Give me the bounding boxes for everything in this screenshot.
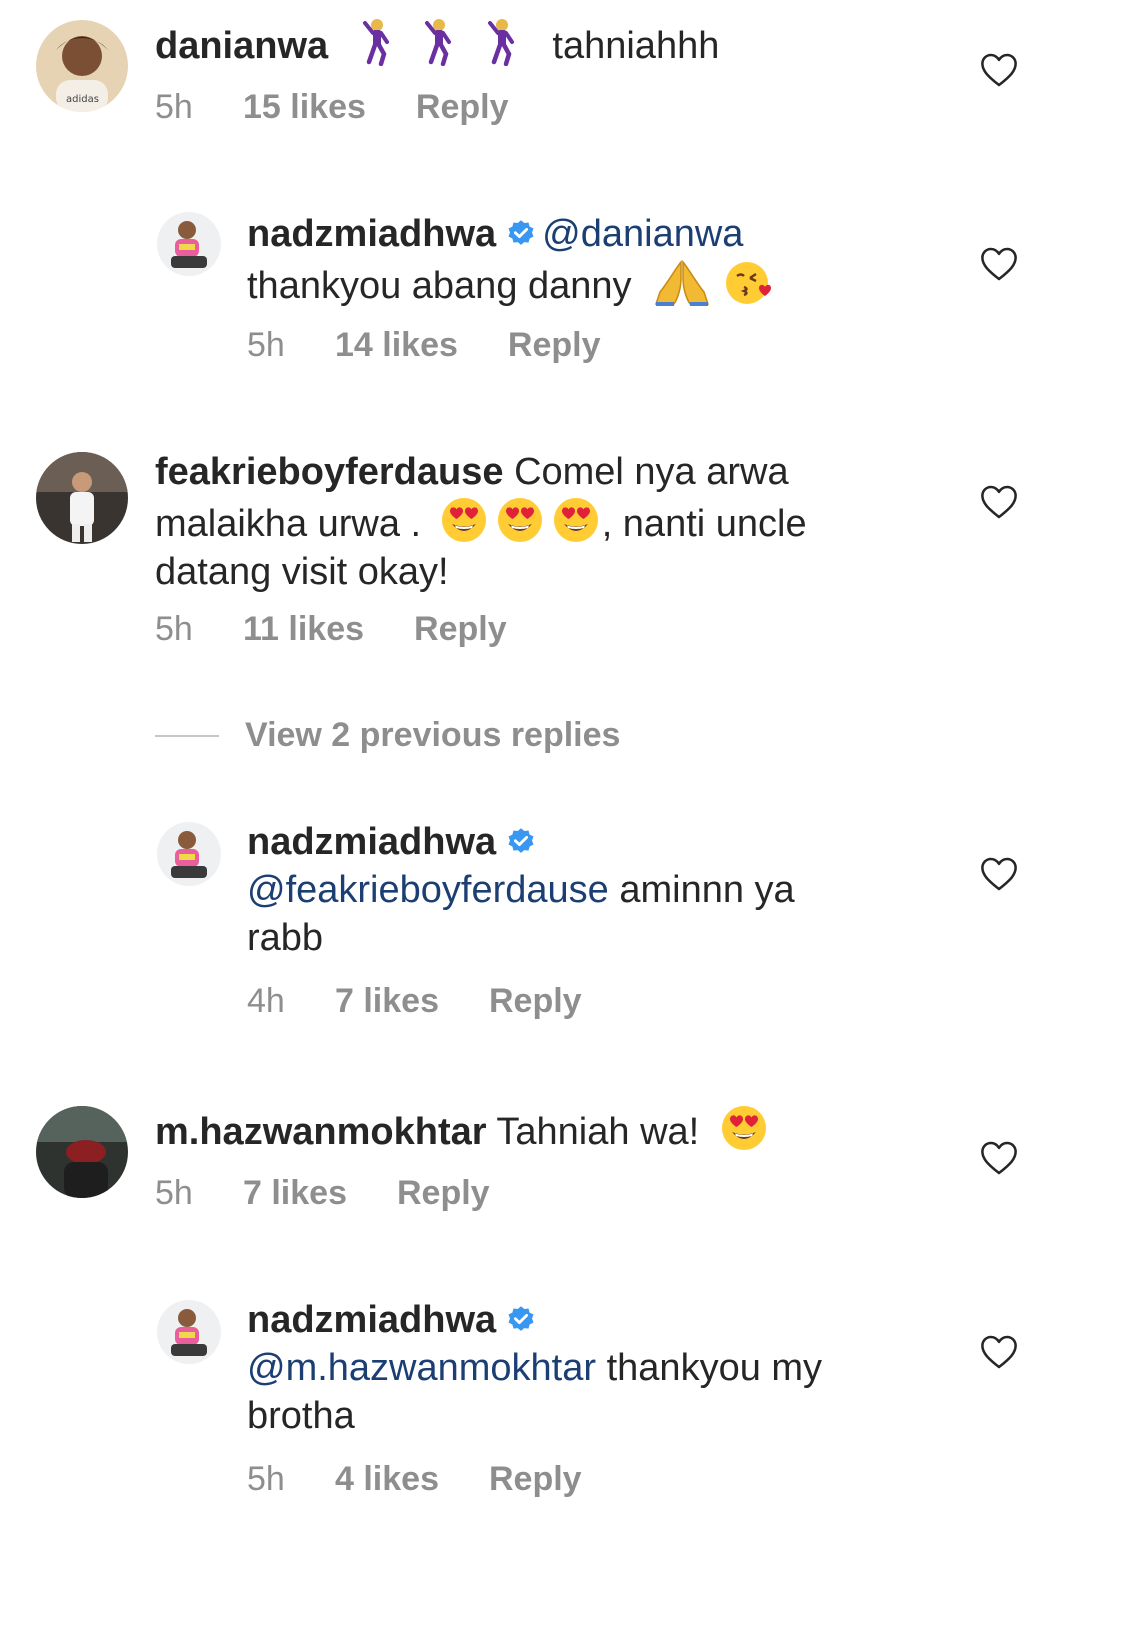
heart-icon[interactable] <box>980 1334 1018 1370</box>
comment-body: m.hazwanmokhtar Tahniah wa! <box>155 1104 925 1156</box>
comment-text-line-1: thankyou my <box>606 1347 823 1389</box>
timestamp: 5h <box>155 1174 193 1212</box>
view-previous-replies-button[interactable]: View 2 previous replies <box>155 716 620 755</box>
man-dancing-emoji-icon <box>415 18 463 66</box>
comment-body: danianwa tahniahhh <box>155 18 925 70</box>
comment-meta: 5h 11 likes Reply <box>155 610 507 649</box>
username[interactable]: feakrieboyferdause <box>155 451 504 493</box>
username[interactable]: m.hazwanmokhtar <box>155 1111 487 1153</box>
avatar[interactable] <box>157 212 221 276</box>
avatar-image-icon <box>157 822 221 886</box>
avatar-image-icon: adidas <box>36 20 128 112</box>
view-replies-label[interactable]: View 2 previous replies <box>245 716 620 755</box>
timestamp: 5h <box>155 88 193 126</box>
comment-text-line-3: , nanti uncle <box>601 503 807 545</box>
reply-button[interactable]: Reply <box>414 610 507 649</box>
comment-text: Tahniah wa! <box>496 1111 700 1153</box>
comment-body: nadzmiadhwa @danianwa thankyou abang dann… <box>247 210 927 310</box>
likes-count[interactable]: 11 likes <box>243 610 364 649</box>
likes-count[interactable]: 7 likes <box>335 982 439 1021</box>
likes-count[interactable]: 15 likes <box>243 88 366 127</box>
comment-body: feakrieboyferdause Comel nya arwa malaik… <box>155 448 925 596</box>
reply-button[interactable]: Reply <box>489 982 582 1021</box>
avatar[interactable] <box>36 452 128 544</box>
likes-count[interactable]: 14 likes <box>335 326 458 365</box>
verified-badge-icon <box>506 219 536 249</box>
mention-link[interactable]: @m.hazwanmokhtar <box>247 1347 596 1389</box>
likes-count[interactable]: 4 likes <box>335 1460 439 1499</box>
comment-meta: 5h 7 likes Reply <box>155 1174 490 1213</box>
avatar[interactable] <box>157 1300 221 1364</box>
comment-meta: 5h 4 likes Reply <box>247 1460 582 1499</box>
reply-button[interactable]: Reply <box>397 1174 490 1213</box>
folded-hands-emoji-icon <box>654 258 710 306</box>
comment-text-line-4: datang visit okay! <box>155 551 449 593</box>
avatar[interactable]: adidas <box>36 20 128 112</box>
comment-text-line-2: malaikha urwa . <box>155 503 422 545</box>
avatar[interactable] <box>36 1106 128 1198</box>
heart-eyes-emoji-icon <box>440 496 488 544</box>
comment-meta: 5h 14 likes Reply <box>247 326 600 365</box>
comment-meta: 4h 7 likes Reply <box>247 982 582 1021</box>
heart-eyes-emoji-icon <box>496 496 544 544</box>
avatar[interactable] <box>157 822 221 886</box>
comment-text-line-2: rabb <box>247 917 324 959</box>
verified-badge-icon <box>506 1305 536 1335</box>
heart-icon[interactable] <box>980 246 1018 282</box>
heart-icon[interactable] <box>980 52 1018 88</box>
man-dancing-emoji-icon <box>353 18 401 66</box>
timestamp: 5h <box>247 326 285 364</box>
avatar-image-icon <box>36 1106 128 1198</box>
username[interactable]: nadzmiadhwa <box>247 1299 496 1341</box>
comment-body: nadzmiadhwa @feakrieboyferdause aminnn y… <box>247 818 927 962</box>
comment-text: thankyou abang danny <box>247 265 632 307</box>
avatar-image-icon <box>157 1300 221 1364</box>
comment-text-line-2: brotha <box>247 1395 355 1437</box>
comment-meta: 5h 15 likes Reply <box>155 88 508 127</box>
divider-line <box>155 734 219 737</box>
man-dancing-emoji-icon <box>478 18 526 66</box>
heart-icon[interactable] <box>980 856 1018 892</box>
timestamp: 5h <box>247 1460 285 1498</box>
reply-button[interactable]: Reply <box>489 1460 582 1499</box>
username[interactable]: nadzmiadhwa <box>247 821 496 863</box>
avatar-image-icon <box>157 212 221 276</box>
reply-button[interactable]: Reply <box>508 326 601 365</box>
heart-eyes-emoji-icon <box>720 1104 768 1152</box>
mention-link[interactable]: @danianwa <box>542 213 743 255</box>
heart-icon[interactable] <box>980 484 1018 520</box>
heart-icon[interactable] <box>980 1140 1018 1176</box>
comment-text: tahniahhh <box>552 25 720 67</box>
verified-badge-icon <box>506 827 536 857</box>
username[interactable]: nadzmiadhwa <box>247 213 496 255</box>
comment-text-line-1: Comel nya arwa <box>514 451 789 493</box>
comment-text-line-1: aminnn ya <box>619 869 795 911</box>
reply-button[interactable]: Reply <box>416 88 509 127</box>
timestamp: 4h <box>247 982 285 1020</box>
mention-link[interactable]: @feakrieboyferdause <box>247 869 609 911</box>
kissing-heart-emoji-icon <box>725 258 773 306</box>
username[interactable]: danianwa <box>155 25 328 67</box>
likes-count[interactable]: 7 likes <box>243 1174 347 1213</box>
svg-text:adidas: adidas <box>66 94 99 105</box>
comment-body: nadzmiadhwa @m.hazwanmokhtar thankyou my… <box>247 1296 927 1440</box>
heart-eyes-emoji-icon <box>552 496 600 544</box>
avatar-image-icon <box>36 452 128 544</box>
timestamp: 5h <box>155 610 193 648</box>
